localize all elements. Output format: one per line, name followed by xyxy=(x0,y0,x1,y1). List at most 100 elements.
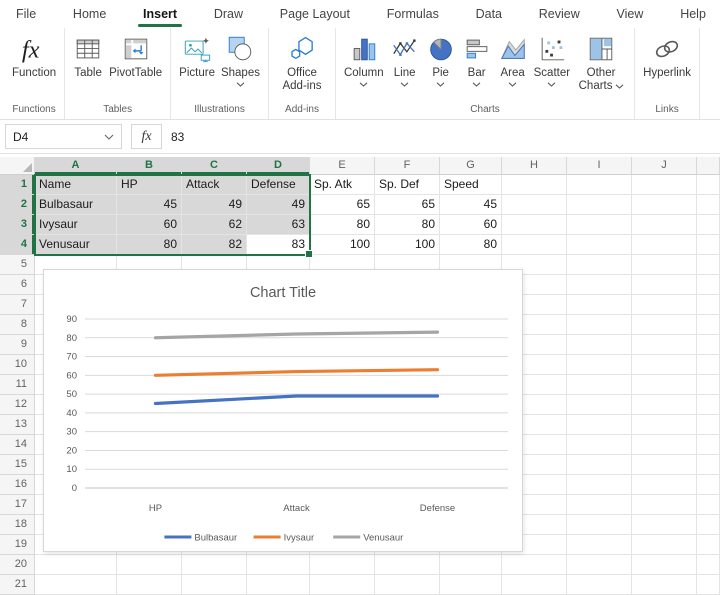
cell-I6[interactable] xyxy=(567,275,632,295)
cell-I4[interactable] xyxy=(567,235,632,255)
cell-I9[interactable] xyxy=(567,335,632,355)
ribbon-button-column[interactable]: Column xyxy=(341,28,387,87)
menu-tab-file[interactable]: File xyxy=(16,0,36,28)
cell-F1[interactable]: Sp. Def xyxy=(375,175,440,195)
ribbon-button-table[interactable]: Table xyxy=(70,28,106,80)
cell-J7[interactable] xyxy=(632,295,697,315)
cell-C4[interactable]: 82 xyxy=(182,235,247,255)
cell-C3[interactable]: 62 xyxy=(182,215,247,235)
cell-D21[interactable] xyxy=(247,575,310,595)
row-header-7[interactable]: 7 xyxy=(0,295,35,315)
cell-A20[interactable] xyxy=(35,555,117,575)
ribbon-button-other-charts[interactable]: Other Charts xyxy=(573,28,629,93)
cell-J2[interactable] xyxy=(632,195,697,215)
cell-G3[interactable]: 60 xyxy=(440,215,502,235)
row-header-4[interactable]: 4 xyxy=(0,235,35,255)
row-header-16[interactable]: 16 xyxy=(0,475,35,495)
cell-F4[interactable]: 100 xyxy=(375,235,440,255)
cell-F2[interactable]: 65 xyxy=(375,195,440,215)
cell-E3[interactable]: 80 xyxy=(310,215,375,235)
column-header-d[interactable]: D xyxy=(247,157,310,175)
cell-A2[interactable]: Bulbasaur xyxy=(35,195,117,215)
menu-tab-help[interactable]: Help xyxy=(680,0,706,28)
cell-I17[interactable] xyxy=(567,495,632,515)
formula-input[interactable]: 83 xyxy=(162,130,184,144)
menu-tab-formulas[interactable]: Formulas xyxy=(387,0,439,28)
cell-D3[interactable]: 63 xyxy=(247,215,310,235)
ribbon-button-bar[interactable]: Bar xyxy=(459,28,495,87)
cell-C20[interactable] xyxy=(182,555,247,575)
cell-B20[interactable] xyxy=(117,555,182,575)
menu-tab-review[interactable]: Review xyxy=(539,0,580,28)
cell-I7[interactable] xyxy=(567,295,632,315)
ribbon-button-shapes[interactable]: Shapes xyxy=(218,28,263,87)
cell-F20[interactable] xyxy=(375,555,440,575)
cell-I10[interactable] xyxy=(567,355,632,375)
cell-I21[interactable] xyxy=(567,575,632,595)
row-header-13[interactable]: 13 xyxy=(0,415,35,435)
cell-J14[interactable] xyxy=(632,435,697,455)
cell-I20[interactable] xyxy=(567,555,632,575)
cell-I3[interactable] xyxy=(567,215,632,235)
name-box[interactable]: D4 xyxy=(5,124,122,149)
embedded-chart[interactable]: Chart Title0102030405060708090HPAttackDe… xyxy=(43,269,523,552)
row-header-9[interactable]: 9 xyxy=(0,335,35,355)
ribbon-button-line[interactable]: Line xyxy=(387,28,423,87)
cell-C2[interactable]: 49 xyxy=(182,195,247,215)
row-header-14[interactable]: 14 xyxy=(0,435,35,455)
cell-I13[interactable] xyxy=(567,415,632,435)
cell-G2[interactable]: 45 xyxy=(440,195,502,215)
cell-I2[interactable] xyxy=(567,195,632,215)
cell-I14[interactable] xyxy=(567,435,632,455)
column-header-b[interactable]: B xyxy=(117,157,182,175)
cell-I1[interactable] xyxy=(567,175,632,195)
row-header-20[interactable]: 20 xyxy=(0,555,35,575)
cell-I12[interactable] xyxy=(567,395,632,415)
cell-B2[interactable]: 45 xyxy=(117,195,182,215)
ribbon-button-area[interactable]: Area xyxy=(495,28,531,87)
cell-A4[interactable]: Venusaur xyxy=(35,235,117,255)
row-header-15[interactable]: 15 xyxy=(0,455,35,475)
cell-J8[interactable] xyxy=(632,315,697,335)
cell-J15[interactable] xyxy=(632,455,697,475)
menu-tab-view[interactable]: View xyxy=(617,0,644,28)
cell-H3[interactable] xyxy=(502,215,567,235)
cell-H4[interactable] xyxy=(502,235,567,255)
menu-tab-insert[interactable]: Insert xyxy=(143,0,177,28)
cell-B4[interactable]: 80 xyxy=(117,235,182,255)
ribbon-button-picture[interactable]: Picture xyxy=(176,28,218,80)
row-header-10[interactable]: 10 xyxy=(0,355,35,375)
row-header-5[interactable]: 5 xyxy=(0,255,35,275)
cell-J9[interactable] xyxy=(632,335,697,355)
cell-J4[interactable] xyxy=(632,235,697,255)
cell-E21[interactable] xyxy=(310,575,375,595)
cell-D1[interactable]: Defense xyxy=(247,175,310,195)
column-header-f[interactable]: F xyxy=(375,157,440,175)
menu-tab-data[interactable]: Data xyxy=(476,0,502,28)
column-header-c[interactable]: C xyxy=(182,157,247,175)
cell-J10[interactable] xyxy=(632,355,697,375)
cell-I5[interactable] xyxy=(567,255,632,275)
cell-B3[interactable]: 60 xyxy=(117,215,182,235)
chevron-down-icon[interactable] xyxy=(104,134,114,140)
cell-J16[interactable] xyxy=(632,475,697,495)
row-header-11[interactable]: 11 xyxy=(0,375,35,395)
ribbon-button-hyperlink[interactable]: Hyperlink xyxy=(640,28,694,80)
insert-function-button[interactable]: fx xyxy=(131,124,162,149)
row-header-21[interactable]: 21 xyxy=(0,575,35,595)
cell-F3[interactable]: 80 xyxy=(375,215,440,235)
fill-handle[interactable] xyxy=(305,250,313,258)
cell-D4[interactable]: 83 xyxy=(247,235,310,255)
cell-A1[interactable]: Name xyxy=(35,175,117,195)
cell-J11[interactable] xyxy=(632,375,697,395)
cell-D20[interactable] xyxy=(247,555,310,575)
column-header-a[interactable]: A xyxy=(35,157,117,175)
cell-J1[interactable] xyxy=(632,175,697,195)
cell-J17[interactable] xyxy=(632,495,697,515)
cell-G21[interactable] xyxy=(440,575,502,595)
select-all-corner[interactable] xyxy=(0,157,35,175)
cell-J18[interactable] xyxy=(632,515,697,535)
cell-I16[interactable] xyxy=(567,475,632,495)
cell-J21[interactable] xyxy=(632,575,697,595)
cell-H2[interactable] xyxy=(502,195,567,215)
